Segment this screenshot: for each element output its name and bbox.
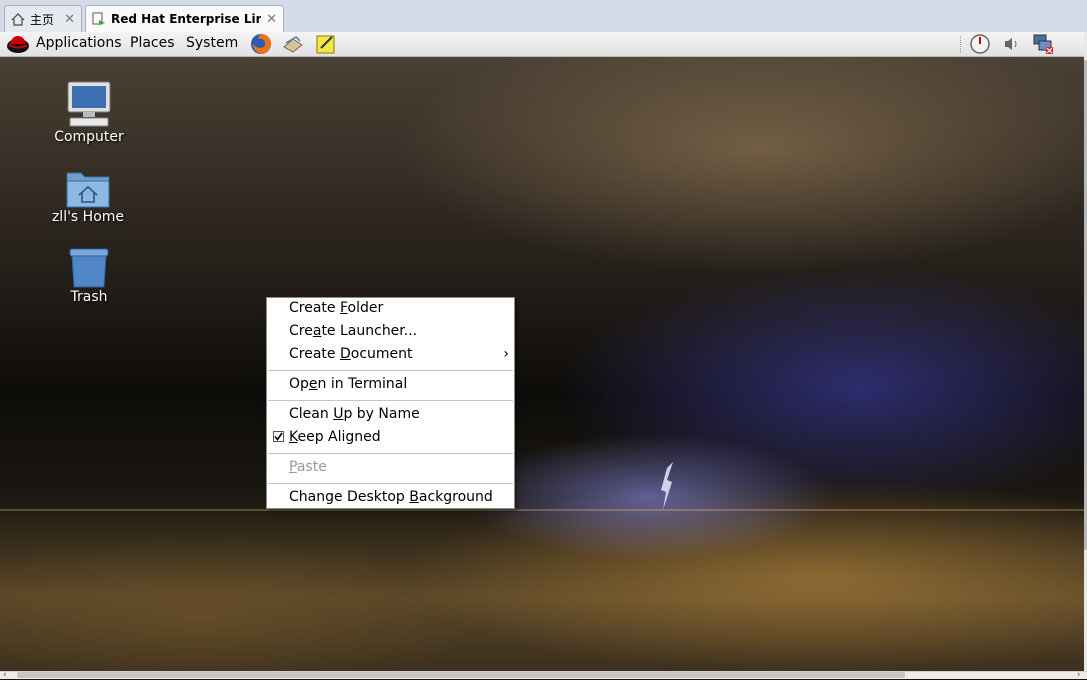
menu-item-paste: Paste bbox=[267, 457, 514, 478]
menu-item-create-launcher[interactable]: Create Launcher... bbox=[267, 321, 514, 342]
menu-item-label: Create Launcher... bbox=[289, 323, 418, 339]
desktop-icon-label: zll's Home bbox=[51, 209, 125, 225]
close-icon[interactable]: ✕ bbox=[266, 12, 277, 27]
menu-separator bbox=[268, 370, 513, 371]
panel-separator bbox=[960, 36, 961, 53]
menu-item-label: Create Document bbox=[289, 346, 413, 362]
firefox-icon[interactable] bbox=[250, 33, 272, 55]
trash-icon bbox=[69, 248, 109, 288]
network-icon[interactable] bbox=[1031, 33, 1055, 55]
chevron-right-icon: › bbox=[503, 346, 509, 362]
browser-tab-strip: 主页 ✕ Red Hat Enterprise Linux ... ✕ bbox=[0, 0, 1087, 32]
horizon-glow bbox=[0, 509, 1084, 511]
lightning-bolt bbox=[661, 462, 673, 510]
menu-item-create-document[interactable]: Create Document › bbox=[267, 344, 514, 365]
menu-item-label: Clean Up by Name bbox=[289, 406, 420, 422]
desktop-icon-home[interactable]: zll's Home bbox=[43, 157, 133, 225]
menu-item-open-terminal[interactable]: Open in Terminal bbox=[267, 374, 514, 395]
home-icon bbox=[11, 12, 25, 26]
menu-separator bbox=[268, 483, 513, 484]
home-folder-icon bbox=[66, 172, 110, 208]
horizontal-scrollbar-thumb[interactable] bbox=[17, 672, 905, 678]
menu-item-label: Open in Terminal bbox=[289, 376, 408, 392]
desktop-icon-label: Computer bbox=[54, 129, 124, 145]
notes-icon[interactable] bbox=[315, 33, 337, 55]
tab-home[interactable]: 主页 ✕ bbox=[4, 5, 82, 32]
vm-icon bbox=[92, 12, 105, 25]
volume-icon[interactable] bbox=[1000, 33, 1024, 55]
top-panel: Applications Places System bbox=[0, 32, 1084, 57]
system-menu[interactable]: System bbox=[186, 35, 238, 51]
menu-item-keep-aligned[interactable]: Keep Aligned bbox=[267, 427, 514, 448]
menu-separator bbox=[268, 453, 513, 454]
desktop-context-menu: Create Folder Create Launcher... Create … bbox=[266, 297, 515, 509]
menu-item-create-folder[interactable]: Create Folder bbox=[267, 298, 514, 319]
places-menu[interactable]: Places bbox=[130, 35, 175, 51]
menu-separator bbox=[268, 400, 513, 401]
menu-item-label: Keep Aligned bbox=[289, 429, 381, 445]
clock-icon[interactable] bbox=[968, 33, 992, 55]
computer-icon bbox=[67, 81, 111, 127]
menu-item-label: Create Folder bbox=[289, 300, 384, 316]
menu-item-clean-up[interactable]: Clean Up by Name bbox=[267, 404, 514, 425]
applications-menu[interactable]: Applications bbox=[36, 35, 122, 51]
desktop-icon-label: Trash bbox=[70, 289, 108, 305]
tab-label: Red Hat Enterprise Linux ... bbox=[111, 12, 262, 26]
mail-icon[interactable] bbox=[282, 33, 304, 55]
menu-item-label: Paste bbox=[289, 459, 327, 475]
desktop-icon-trash[interactable]: Trash bbox=[44, 237, 134, 305]
menu-item-change-background[interactable]: Change Desktop Background bbox=[267, 487, 514, 508]
checkbox-checked-icon[interactable] bbox=[273, 431, 284, 442]
desktop-background[interactable]: Computer zll's Home Trash bbox=[0, 57, 1084, 671]
close-icon[interactable]: ✕ bbox=[64, 12, 75, 27]
menu-item-label: Change Desktop Background bbox=[289, 489, 493, 505]
redhat-logo-icon[interactable] bbox=[6, 33, 30, 55]
desktop-icon-computer[interactable]: Computer bbox=[44, 77, 134, 145]
tab-label: 主页 bbox=[30, 12, 55, 27]
tab-vm[interactable]: Red Hat Enterprise Linux ... ✕ bbox=[85, 5, 284, 32]
